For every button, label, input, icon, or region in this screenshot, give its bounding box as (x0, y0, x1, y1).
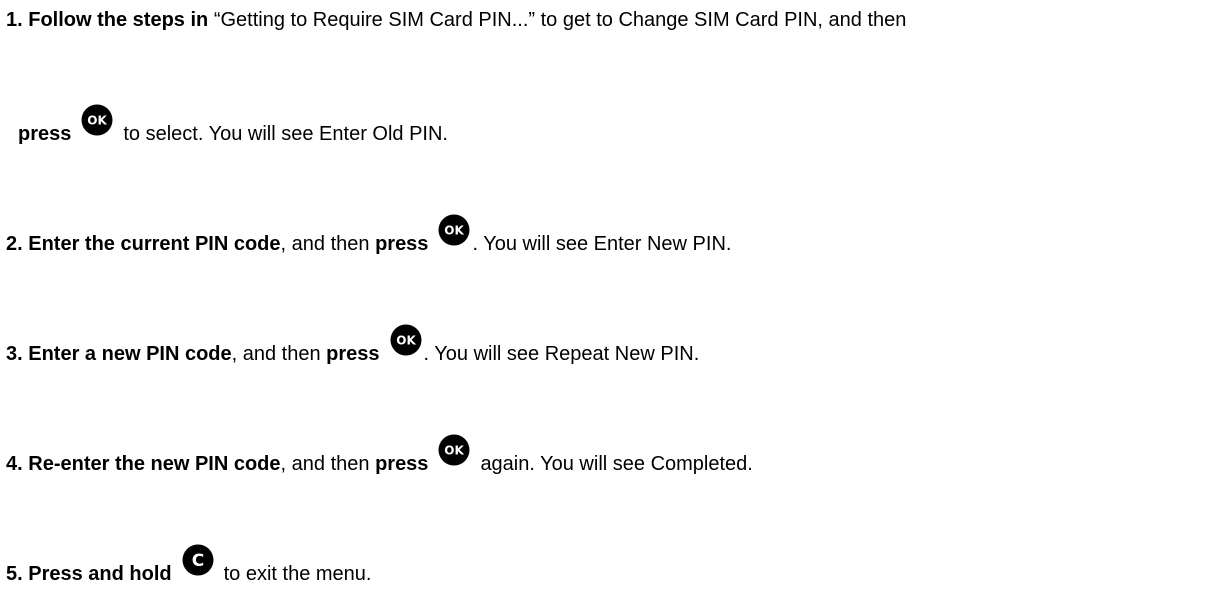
step-4-number: 4. (6, 453, 23, 475)
ok-button-icon: OK (390, 324, 422, 356)
c-button-icon: C (182, 544, 214, 576)
svg-text:OK: OK (445, 224, 465, 238)
step-3-text: , and then (231, 343, 321, 365)
ok-button-icon: OK (81, 104, 113, 136)
step-4-text: , and then (280, 453, 370, 475)
step-3: 3. Enter a new PIN code, and then press … (6, 324, 700, 370)
ok-icon-label: OK (88, 114, 108, 128)
step-3-number: 3. (6, 343, 23, 365)
step-4-press: press (375, 453, 429, 475)
step-5-bold-lead: Press and hold (28, 563, 172, 585)
step-3-bold-lead: Enter a new PIN code (28, 343, 232, 365)
step-2-number: 2. (6, 233, 23, 255)
step-3-press: press (326, 343, 380, 365)
step-2-result: . You will see Enter New PIN. (472, 233, 732, 255)
step-1-number: 1. (6, 9, 23, 31)
c-icon-label: C (191, 551, 203, 571)
svg-text:OK: OK (445, 444, 465, 458)
step-3-result: . You will see Repeat New PIN. (423, 343, 700, 365)
step-1-line-2: press OK to select. You will see Enter O… (18, 104, 448, 150)
ok-button-icon: OK (438, 434, 470, 466)
step-4: 4. Re-enter the new PIN code, and then p… (6, 434, 753, 480)
step-4-result: again. You will see Completed. (480, 453, 753, 475)
step-4-bold-lead: Re-enter the new PIN code (28, 453, 281, 475)
step-1-press: press (18, 123, 72, 145)
step-2-bold-lead: Enter the current PIN code (28, 233, 281, 255)
step-2-press: press (375, 233, 429, 255)
step-1-text: “Getting to Require SIM Card PIN...” to … (213, 9, 907, 31)
step-1-line-1: 1. Follow the steps in “Getting to Requi… (6, 8, 906, 32)
step-5-number: 5. (6, 563, 23, 585)
ok-button-icon: OK (438, 214, 470, 246)
step-2: 2. Enter the current PIN code, and then … (6, 214, 732, 260)
step-5: 5. Press and hold C to exit the menu. (6, 544, 372, 590)
svg-text:OK: OK (396, 334, 416, 348)
step-2-text: , and then (280, 233, 370, 255)
step-1-bold-lead: Follow the steps in (28, 9, 209, 31)
step-1-result: to select. You will see Enter Old PIN. (123, 123, 448, 145)
step-5-result: to exit the menu. (223, 563, 372, 585)
